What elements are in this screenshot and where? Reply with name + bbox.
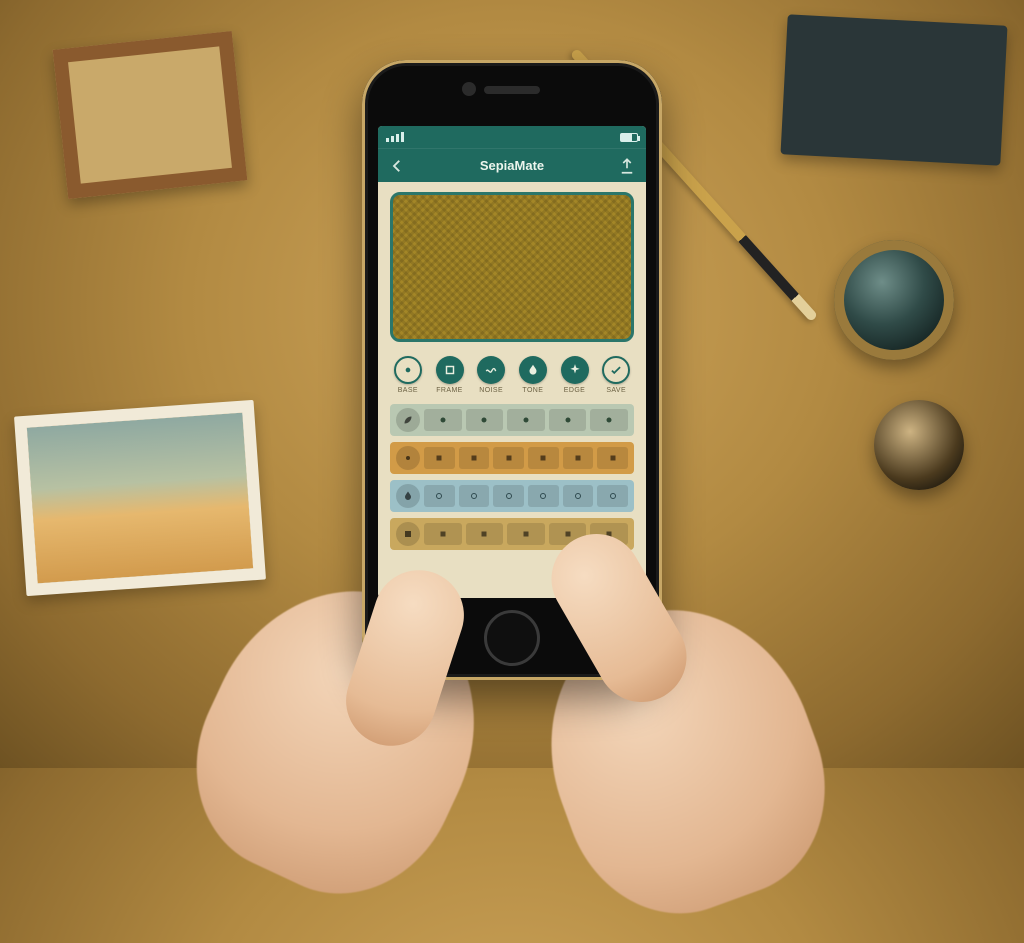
home-button[interactable] [484, 610, 540, 666]
tool-button[interactable] [493, 485, 524, 507]
tool-button[interactable] [493, 447, 524, 469]
export-icon[interactable] [618, 157, 636, 175]
tool-button[interactable] [466, 409, 504, 431]
spark-icon [561, 356, 589, 384]
tool-row-tint [390, 404, 634, 436]
battery-icon [620, 133, 638, 142]
square-icon [436, 356, 464, 384]
tool-button[interactable] [590, 409, 628, 431]
filter-chip-frame[interactable]: FRAME [432, 354, 468, 396]
sun-icon [394, 356, 422, 384]
tool-button[interactable] [459, 447, 490, 469]
tool-button[interactable] [424, 409, 462, 431]
tool-button[interactable] [507, 409, 545, 431]
tool-button[interactable] [507, 523, 545, 545]
chip-label: EDGE [564, 387, 585, 394]
tool-button[interactable] [528, 485, 559, 507]
tool-row-cool [390, 480, 634, 512]
phone-front-camera [462, 82, 476, 96]
drop-icon [396, 484, 420, 508]
tool-button[interactable] [528, 447, 559, 469]
leaf-icon [396, 408, 420, 432]
app-title: SepiaMate [480, 158, 544, 173]
chip-label: SAVE [606, 387, 626, 394]
tool-button[interactable] [549, 409, 587, 431]
tool-button[interactable] [597, 447, 628, 469]
tool-button[interactable] [459, 485, 490, 507]
phone-speaker [484, 86, 540, 94]
tool-button[interactable] [563, 485, 594, 507]
tool-button[interactable] [466, 523, 504, 545]
filter-chip-edge[interactable]: EDGE [557, 354, 593, 396]
back-icon[interactable] [388, 157, 406, 175]
filter-chip-save[interactable]: SAVE [598, 354, 634, 396]
filter-chip-row: BASE FRAME NOISE TONE [378, 350, 646, 398]
tool-button[interactable] [424, 485, 455, 507]
tool-button[interactable] [563, 447, 594, 469]
filter-chip-noise[interactable]: NOISE [473, 354, 509, 396]
chip-label: NOISE [479, 387, 503, 394]
filter-chip-tone[interactable]: TONE [515, 354, 551, 396]
app-header: SepiaMate [378, 148, 646, 182]
wave-icon [477, 356, 505, 384]
filter-chip-base[interactable]: BASE [390, 354, 426, 396]
brass-knob-prop [874, 400, 964, 490]
chip-label: BASE [398, 387, 418, 394]
sun-icon [396, 446, 420, 470]
tool-button[interactable] [597, 485, 628, 507]
tool-button[interactable] [424, 447, 455, 469]
image-preview[interactable] [390, 192, 634, 342]
app-screen: SepiaMate BASE FRAME [378, 126, 646, 598]
camera-lens-prop [834, 240, 954, 360]
picture-frame-prop [53, 31, 248, 199]
tool-row-warm [390, 442, 634, 474]
chip-label: FRAME [436, 387, 463, 394]
tool-button[interactable] [424, 523, 462, 545]
check-icon [602, 356, 630, 384]
signal-icon [386, 132, 404, 142]
drop-icon [519, 356, 547, 384]
status-bar [378, 126, 646, 148]
tool-rows [378, 398, 646, 550]
square-icon [396, 522, 420, 546]
polaroid-prop [14, 400, 266, 596]
chip-label: TONE [522, 387, 543, 394]
notebook-prop [780, 14, 1007, 165]
